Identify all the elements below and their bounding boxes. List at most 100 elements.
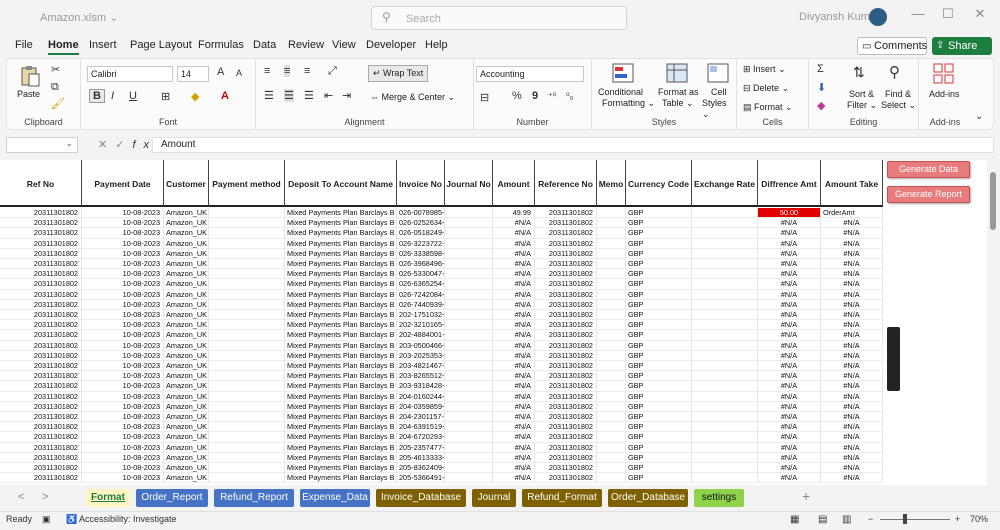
cell-journal[interactable] bbox=[445, 371, 493, 382]
bold-button[interactable]: B bbox=[89, 89, 105, 103]
cell-rate[interactable] bbox=[692, 330, 758, 341]
header-invoice-no[interactable]: Invoice No bbox=[397, 160, 445, 207]
cell-currency[interactable]: GBP bbox=[626, 340, 692, 351]
cell-journal[interactable] bbox=[445, 259, 493, 270]
cell-date[interactable]: 10-08-2023 bbox=[82, 361, 164, 372]
accounting-icon[interactable]: ⊟ bbox=[480, 91, 489, 104]
menu-insert[interactable]: Insert bbox=[89, 39, 117, 51]
cell-diff[interactable]: #N/A bbox=[758, 340, 821, 351]
cell-deposit[interactable]: Mixed Payments Plan Barclays B bbox=[285, 473, 397, 484]
cell-deposit[interactable]: Mixed Payments Plan Barclays B bbox=[285, 248, 397, 259]
cell-diff[interactable]: #N/A bbox=[758, 422, 821, 433]
cell-diff[interactable]: #N/A bbox=[758, 299, 821, 310]
cell-memo[interactable] bbox=[597, 391, 626, 402]
align-top-icon[interactable]: ≡ bbox=[264, 65, 270, 77]
cell-rate[interactable] bbox=[692, 361, 758, 372]
cell-currency[interactable]: GBP bbox=[626, 381, 692, 392]
cell-date[interactable]: 10-08-2023 bbox=[82, 473, 164, 484]
find-select-icon[interactable]: ⚲ bbox=[889, 63, 900, 81]
cell-ref[interactable]: 20311301802 bbox=[0, 340, 82, 351]
cell-amount[interactable]: #N/A bbox=[493, 310, 535, 321]
normal-view-icon[interactable]: ▦ bbox=[790, 514, 799, 525]
cell-ref2[interactable]: 20311301802 bbox=[535, 371, 597, 382]
cut-icon[interactable]: ✂ bbox=[51, 63, 60, 76]
cell-take[interactable]: #N/A bbox=[821, 463, 883, 474]
cell-date[interactable]: 10-08-2023 bbox=[82, 463, 164, 474]
cell-date[interactable]: 10-08-2023 bbox=[82, 269, 164, 280]
cell-rate[interactable] bbox=[692, 371, 758, 382]
add-sheet-button[interactable]: + bbox=[802, 488, 810, 504]
cell-customer[interactable]: Amazon_UK bbox=[164, 228, 209, 239]
cell-ref[interactable]: 20311301802 bbox=[0, 238, 82, 249]
cell-ref[interactable]: 20311301802 bbox=[0, 432, 82, 443]
cell-ref2[interactable]: 20311301802 bbox=[535, 330, 597, 341]
decrease-decimal-icon[interactable]: ⁰₀ bbox=[566, 91, 573, 102]
cell-memo[interactable] bbox=[597, 248, 626, 259]
sheet-tab-settings[interactable]: settings bbox=[694, 489, 744, 507]
paste-icon[interactable] bbox=[19, 65, 41, 87]
cell-deposit[interactable]: Mixed Payments Plan Barclays B bbox=[285, 330, 397, 341]
cell-method[interactable] bbox=[209, 259, 285, 270]
cell-inv[interactable]: 204-2301157-4164342 bbox=[397, 412, 445, 423]
header-deposit-account[interactable]: Deposit To Account Name bbox=[285, 160, 397, 207]
cell-date[interactable]: 10-08-2023 bbox=[82, 432, 164, 443]
generate-data-button[interactable]: Generate Data bbox=[887, 161, 970, 178]
cell-currency[interactable]: GBP bbox=[626, 310, 692, 321]
cell-date[interactable]: 10-08-2023 bbox=[82, 412, 164, 423]
increase-indent-icon[interactable]: ⇥ bbox=[342, 89, 351, 102]
cell-diff[interactable]: #N/A bbox=[758, 432, 821, 443]
cell-journal[interactable] bbox=[445, 422, 493, 433]
cell-take[interactable]: #N/A bbox=[821, 269, 883, 280]
cell-memo[interactable] bbox=[597, 381, 626, 392]
cell-inv[interactable]: 204-0359859-5708324 bbox=[397, 401, 445, 412]
cell-ref[interactable]: 20311301802 bbox=[0, 381, 82, 392]
cell-memo[interactable] bbox=[597, 218, 626, 229]
cell-method[interactable] bbox=[209, 371, 285, 382]
cell-date[interactable]: 10-08-2023 bbox=[82, 371, 164, 382]
cell-deposit[interactable]: Mixed Payments Plan Barclays B bbox=[285, 310, 397, 321]
cell-memo[interactable] bbox=[597, 310, 626, 321]
cell-deposit[interactable]: Mixed Payments Plan Barclays B bbox=[285, 279, 397, 290]
cell-amount[interactable]: #N/A bbox=[493, 218, 535, 229]
cell-ref2[interactable]: 20311301802 bbox=[535, 228, 597, 239]
conditional-formatting-label-1[interactable]: Conditional bbox=[598, 87, 643, 98]
cell-ref2[interactable]: 20311301802 bbox=[535, 208, 597, 219]
cell-customer[interactable]: Amazon_UK bbox=[164, 330, 209, 341]
cell-rate[interactable] bbox=[692, 350, 758, 361]
cell-deposit[interactable]: Mixed Payments Plan Barclays B bbox=[285, 371, 397, 382]
cell-rate[interactable] bbox=[692, 259, 758, 270]
cell-take[interactable]: #N/A bbox=[821, 381, 883, 392]
cell-amount[interactable]: #N/A bbox=[493, 269, 535, 280]
cell-take[interactable]: #N/A bbox=[821, 361, 883, 372]
menu-data[interactable]: Data bbox=[253, 39, 276, 51]
cell-rate[interactable] bbox=[692, 422, 758, 433]
cell-take[interactable]: #N/A bbox=[821, 391, 883, 402]
cell-journal[interactable] bbox=[445, 473, 493, 484]
accessibility-status[interactable]: Accessibility: Investigate bbox=[79, 514, 177, 524]
cell-date[interactable]: 10-08-2023 bbox=[82, 442, 164, 453]
cell-ref2[interactable]: 20311301802 bbox=[535, 391, 597, 402]
cell-amount[interactable]: #N/A bbox=[493, 412, 535, 423]
header-amount[interactable]: Amount bbox=[493, 160, 535, 207]
cell-inv[interactable]: 202-1751032-7599508 bbox=[397, 310, 445, 321]
cell-method[interactable] bbox=[209, 279, 285, 290]
cell-journal[interactable] bbox=[445, 381, 493, 392]
cell-ref2[interactable]: 20311301802 bbox=[535, 401, 597, 412]
cell-inv[interactable]: 203-8265512-7317164 bbox=[397, 371, 445, 382]
align-bottom-icon[interactable]: ≡ bbox=[304, 65, 310, 77]
cell-customer[interactable]: Amazon_UK bbox=[164, 310, 209, 321]
cell-journal[interactable] bbox=[445, 320, 493, 331]
comments-button[interactable]: ▭ Comments bbox=[857, 37, 927, 55]
cell-rate[interactable] bbox=[692, 208, 758, 219]
file-name[interactable]: Amazon.xlsm ⌄ bbox=[40, 11, 118, 24]
cell-inv[interactable]: 205-2357477-9339511 bbox=[397, 442, 445, 453]
cell-method[interactable] bbox=[209, 401, 285, 412]
menu-page-layout[interactable]: Page Layout bbox=[130, 39, 192, 51]
cell-inv[interactable]: 203-2025353-9968334 bbox=[397, 350, 445, 361]
cell-deposit[interactable]: Mixed Payments Plan Barclays B bbox=[285, 259, 397, 270]
cell-take[interactable]: #N/A bbox=[821, 422, 883, 433]
menu-formulas[interactable]: Formulas bbox=[198, 39, 244, 51]
orientation-icon[interactable]: ⤢ bbox=[328, 65, 337, 78]
cell-deposit[interactable]: Mixed Payments Plan Barclays B bbox=[285, 228, 397, 239]
cell-method[interactable] bbox=[209, 432, 285, 443]
